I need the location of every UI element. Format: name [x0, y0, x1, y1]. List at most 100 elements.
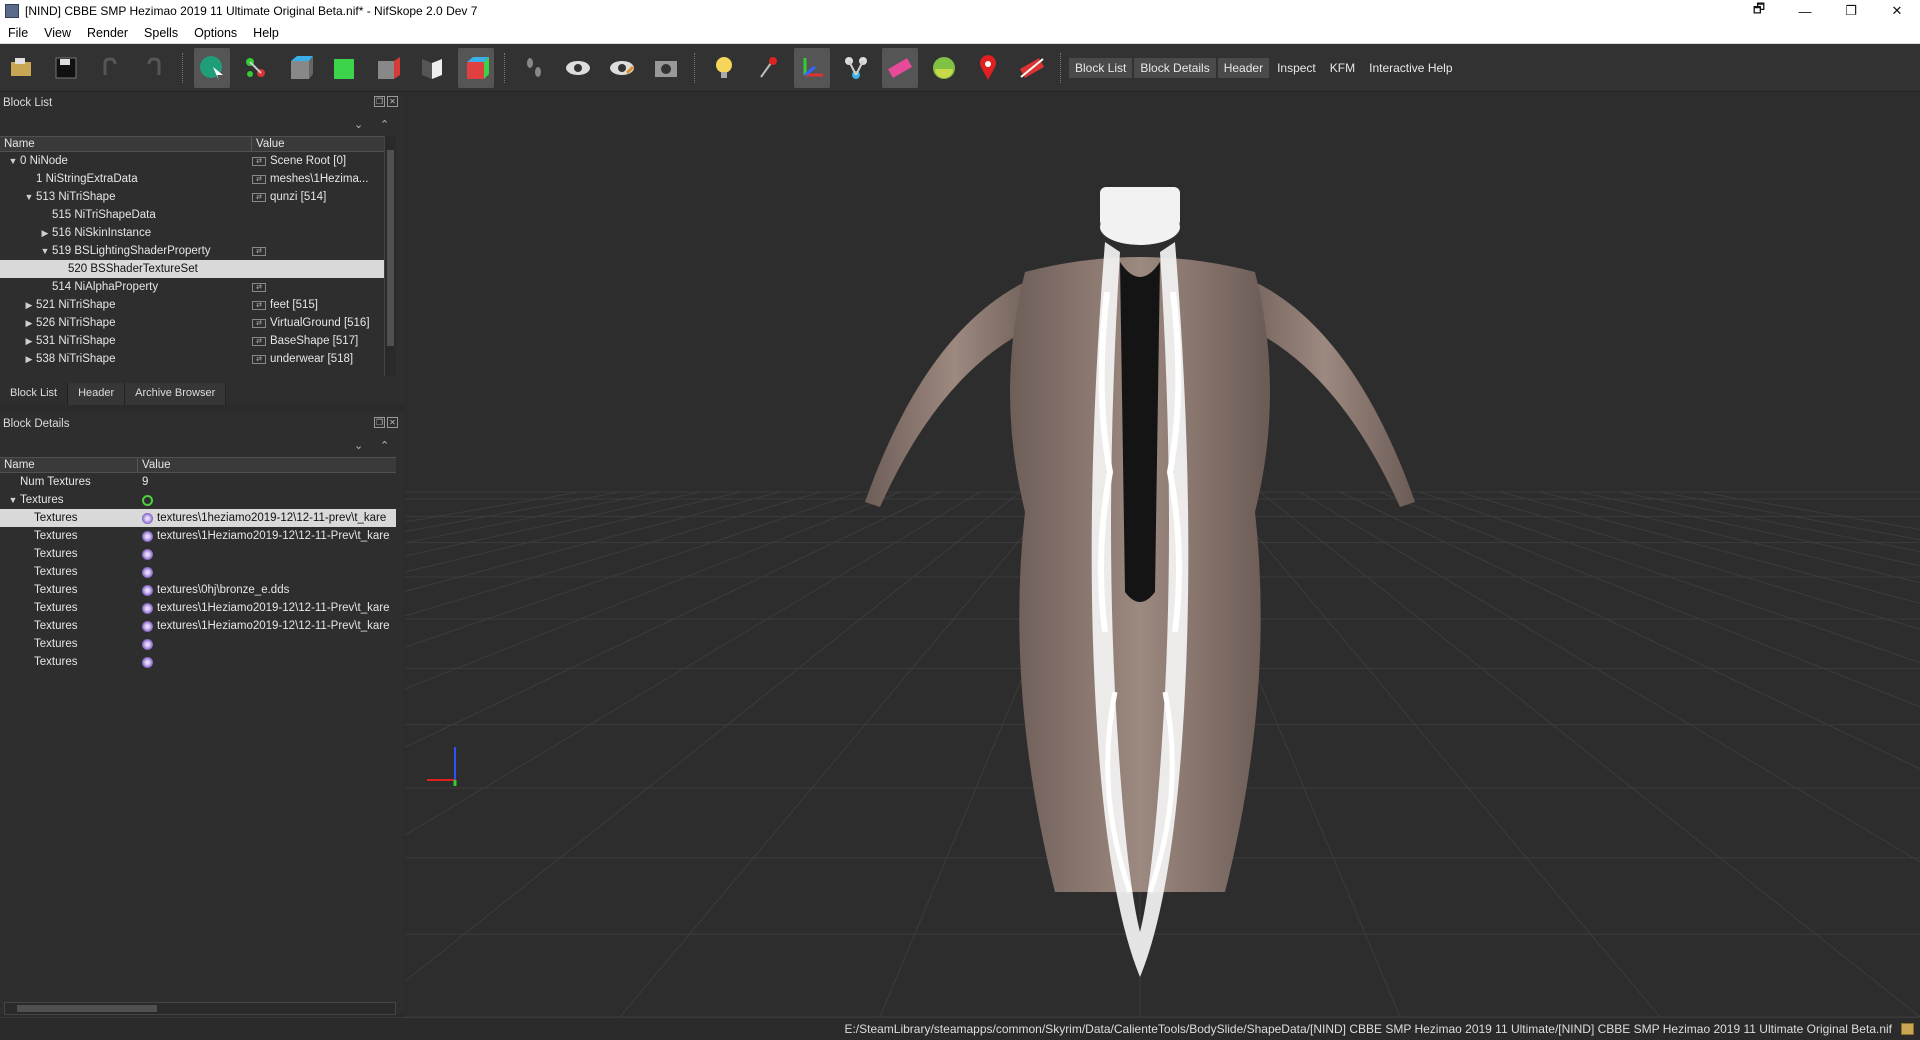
collapsed-arrow-icon[interactable]: ▶	[22, 332, 36, 350]
menu-view[interactable]: View	[36, 26, 79, 40]
close-button[interactable]: ✕	[1874, 0, 1920, 22]
menu-help[interactable]: Help	[245, 26, 287, 40]
menu-render[interactable]: Render	[79, 26, 136, 40]
close-dock-icon[interactable]: ✕	[387, 417, 398, 428]
block-list-scrollbar[interactable]	[384, 136, 396, 376]
table-row[interactable]: ▶ 531 NiTriShape ⇄ BaseShape [517]	[0, 332, 396, 350]
table-row[interactable]: 1 NiStringExtraData ⇄ meshes\1Hezima...	[0, 170, 396, 188]
column-value[interactable]: Value	[252, 137, 384, 151]
screenshot-icon[interactable]	[648, 48, 684, 88]
restore-layout-icon[interactable]: 🗗	[1736, 0, 1782, 22]
detail-value-cell[interactable]	[138, 491, 396, 509]
toolbar-interactive-help[interactable]: Interactive Help	[1363, 58, 1458, 78]
view-flip-icon[interactable]	[414, 48, 450, 88]
lighting-icon[interactable]	[926, 48, 962, 88]
tab-archive-browser[interactable]: Archive Browser	[125, 383, 227, 405]
column-name[interactable]: Name	[0, 137, 252, 151]
expand-all-icon[interactable]: ⌃	[380, 439, 389, 452]
collapsed-arrow-icon[interactable]: ▶	[22, 296, 36, 314]
detail-row[interactable]: ▼ Textures	[0, 491, 396, 509]
table-row[interactable]: 520 BSShaderTextureSet	[0, 260, 396, 278]
blend-icon[interactable]	[882, 47, 918, 88]
float-dock-icon[interactable]: ❐	[374, 96, 385, 107]
collapsed-arrow-icon[interactable]: ▶	[38, 224, 52, 242]
toolbar-block-details[interactable]: Block Details	[1134, 57, 1216, 78]
expanded-arrow-icon[interactable]: ▼	[6, 152, 20, 170]
scrollbar-thumb[interactable]	[17, 1005, 157, 1012]
table-row[interactable]: 515 NiTriShapeData	[0, 206, 396, 224]
nodes-icon[interactable]	[838, 48, 874, 88]
pin-icon[interactable]	[750, 48, 786, 88]
axes-icon[interactable]	[794, 47, 830, 88]
table-row[interactable]: ▼ 0 NiNode ⇄ Scene Root [0]	[0, 152, 396, 170]
tab-header[interactable]: Header	[68, 383, 126, 405]
expanded-arrow-icon[interactable]: ▼	[6, 491, 20, 509]
light-icon[interactable]	[706, 48, 742, 88]
table-row[interactable]: ▼ 513 NiTriShape ⇄ qunzi [514]	[0, 188, 396, 206]
detail-value-cell[interactable]: textures\1Heziamo2019-12\12-11-Prev\t_ka…	[138, 527, 396, 545]
detail-row[interactable]: Textures	[0, 545, 396, 563]
perspective-icon[interactable]	[458, 47, 494, 88]
redo-icon[interactable]	[136, 48, 172, 88]
detail-row[interactable]: Textures textures\1Heziamo2019-12\12-11-P…	[0, 527, 396, 545]
expand-all-icon[interactable]: ⌃	[380, 118, 389, 131]
view-top-icon[interactable]	[326, 48, 362, 88]
menu-file[interactable]: File	[0, 26, 36, 40]
minimize-button[interactable]: —	[1782, 0, 1828, 22]
view-side-icon[interactable]	[370, 48, 406, 88]
table-row[interactable]: ▶ 526 NiTriShape ⇄ VirtualGround [516]	[0, 314, 396, 332]
folder-icon[interactable]	[1901, 1023, 1914, 1035]
detail-value-cell[interactable]: textures\1heziamo2019-12\12-11-prev\t_ka…	[138, 509, 396, 527]
table-row[interactable]: ▼ 519 BSLightingShaderProperty ⇄	[0, 242, 396, 260]
refresh-icon[interactable]	[142, 494, 153, 506]
no-collision-icon[interactable]	[1014, 48, 1050, 88]
detail-row[interactable]: Textures textures\1Heziamo2019-12\12-11-P…	[0, 599, 396, 617]
detail-value-cell[interactable]	[138, 653, 396, 671]
render-viewport[interactable]	[405, 92, 1920, 1017]
column-name[interactable]: Name	[0, 458, 138, 472]
detail-value-cell[interactable]	[138, 635, 396, 653]
load-icon[interactable]	[4, 48, 40, 88]
detail-row[interactable]: Textures	[0, 653, 396, 671]
detail-value-cell[interactable]: textures\1Heziamo2019-12\12-11-Prev\t_ka…	[138, 599, 396, 617]
tab-block-list[interactable]: Block List	[0, 383, 69, 405]
menu-spells[interactable]: Spells	[136, 26, 186, 40]
detail-row[interactable]: Textures textures\1Heziamo2019-12\12-11-P…	[0, 617, 396, 635]
close-dock-icon[interactable]: ✕	[387, 96, 398, 107]
select-icon[interactable]	[194, 47, 230, 88]
table-row[interactable]: ▶ 516 NiSkinInstance	[0, 224, 396, 242]
toolbar-kfm[interactable]: KFM	[1324, 58, 1361, 78]
collapsed-arrow-icon[interactable]: ▶	[22, 350, 36, 368]
detail-row[interactable]: Textures textures\1heziamo2019-12\12-11-p…	[0, 509, 396, 527]
marker-icon[interactable]	[970, 48, 1006, 88]
detail-value-cell[interactable]	[138, 545, 396, 563]
table-row[interactable]: ▶ 521 NiTriShape ⇄ feet [515]	[0, 296, 396, 314]
table-row[interactable]: ▶ 538 NiTriShape ⇄ underwear [518]	[0, 350, 396, 368]
undo-icon[interactable]	[92, 48, 128, 88]
detail-value-cell[interactable]: textures\0hj\bronze_e.dds	[138, 581, 396, 599]
collapse-all-icon[interactable]: ⌄	[354, 118, 363, 131]
expanded-arrow-icon[interactable]: ▼	[22, 188, 36, 206]
collapsed-arrow-icon[interactable]: ▶	[22, 314, 36, 332]
detail-row[interactable]: Textures	[0, 563, 396, 581]
walk-icon[interactable]	[516, 48, 552, 88]
table-row[interactable]: 514 NiAlphaProperty ⇄	[0, 278, 396, 296]
detail-row[interactable]: Textures	[0, 635, 396, 653]
save-icon[interactable]	[48, 48, 84, 88]
scrollbar-thumb[interactable]	[387, 150, 394, 346]
connect-icon[interactable]	[238, 48, 274, 88]
toolbar-header[interactable]: Header	[1217, 57, 1270, 78]
detail-row[interactable]: Num Textures 9	[0, 473, 396, 491]
detail-value-cell[interactable]: 9	[138, 473, 396, 491]
detail-value-cell[interactable]	[138, 563, 396, 581]
toolbar-block-list[interactable]: Block List	[1069, 57, 1133, 78]
detail-row[interactable]: Textures textures\0hj\bronze_e.dds	[0, 581, 396, 599]
menu-options[interactable]: Options	[186, 26, 245, 40]
collapse-all-icon[interactable]: ⌄	[354, 439, 363, 452]
view-front-icon[interactable]	[282, 48, 318, 88]
expanded-arrow-icon[interactable]: ▼	[38, 242, 52, 260]
toolbar-inspect[interactable]: Inspect	[1271, 58, 1322, 78]
show-hidden-alt-icon[interactable]	[604, 48, 640, 88]
maximize-button[interactable]: ❐	[1828, 0, 1874, 22]
show-hidden-icon[interactable]	[560, 48, 596, 88]
